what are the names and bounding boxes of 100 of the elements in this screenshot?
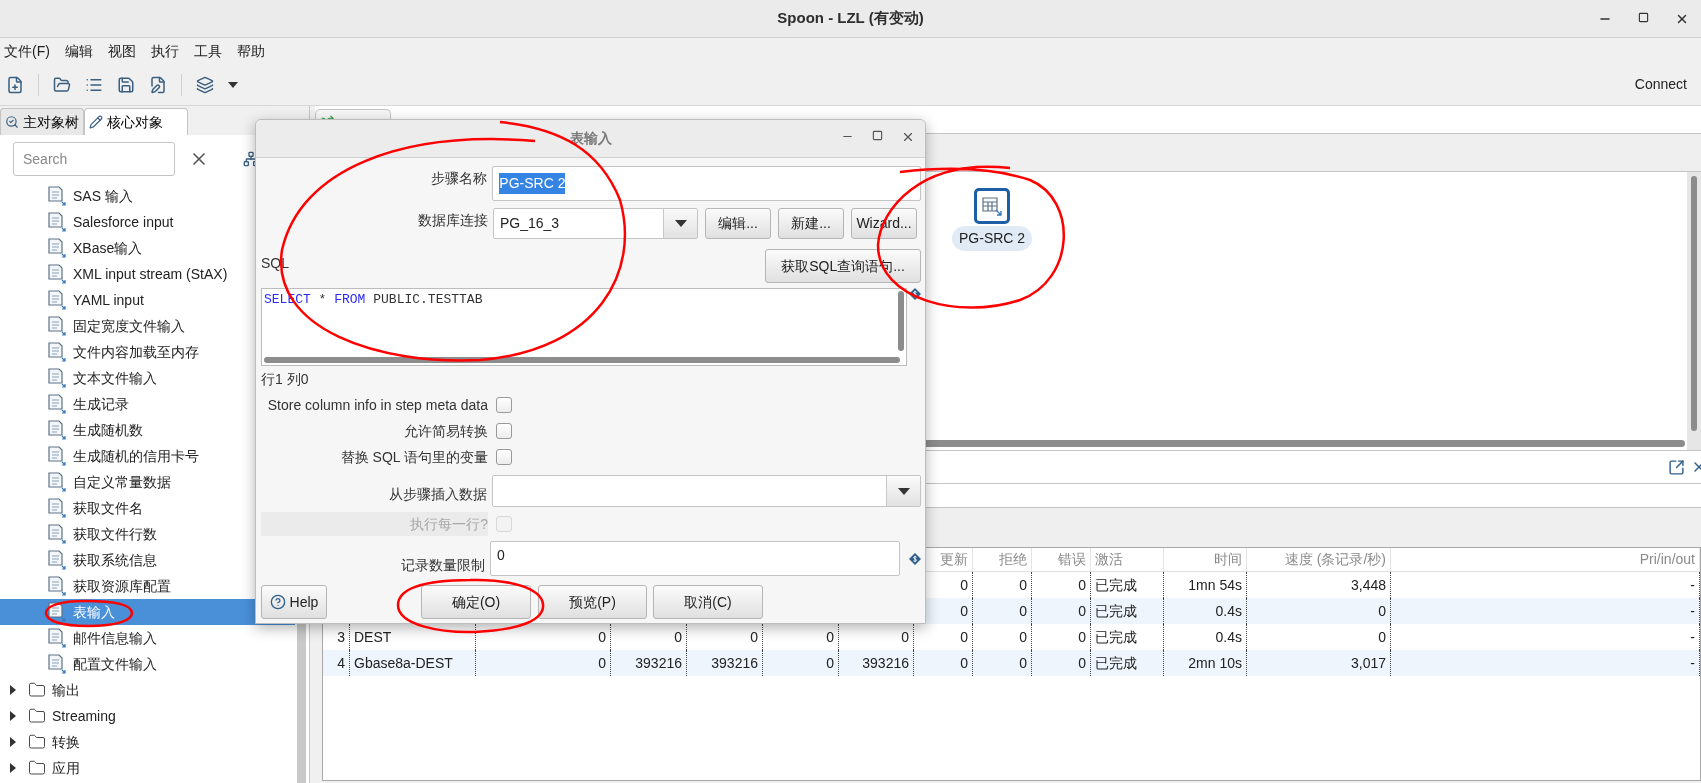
tree-item[interactable]: 配置文件输入 <box>0 651 295 677</box>
search-field[interactable]: Search <box>13 142 175 176</box>
new-file-icon[interactable] <box>6 75 24 94</box>
scrollbar <box>898 291 904 351</box>
table-cell-text: - <box>1690 601 1695 621</box>
table-cell-text: 0.4s <box>1215 627 1242 647</box>
save-icon[interactable] <box>117 75 135 94</box>
cancel-button[interactable]: 取消(C) <box>653 585 763 619</box>
table-cell-text: 0 <box>960 601 968 621</box>
dropdown-button[interactable] <box>663 209 697 238</box>
dropdown-button[interactable] <box>886 476 920 506</box>
checkbox[interactable] <box>496 449 512 465</box>
step-name-field[interactable]: PG-SRC 2 <box>492 166 921 201</box>
checkbox[interactable] <box>496 397 512 413</box>
expand-icon[interactable] <box>9 737 17 747</box>
checkbox[interactable] <box>496 423 512 439</box>
dialog-title: 表输入 <box>569 129 612 148</box>
table-cell-text: 2mn 10s <box>1188 653 1242 673</box>
table-cell-text: 0 <box>1078 601 1086 621</box>
field-label: 步骤名称 <box>430 169 488 188</box>
maximize-icon[interactable] <box>872 130 883 141</box>
table-input-step-icon[interactable] <box>974 188 1011 224</box>
caret-icon <box>897 487 910 495</box>
layers-icon[interactable] <box>196 75 214 94</box>
table-cell-text: 3,017 <box>1350 653 1386 673</box>
maximize-icon[interactable] <box>1638 12 1649 23</box>
field-label: 记录数量限制 <box>400 556 486 575</box>
pencil-icon <box>89 115 103 129</box>
panel-tab[interactable]: 核心对象 <box>84 108 188 135</box>
option-label: 执行每一行? <box>261 512 488 536</box>
column-header[interactable]: 拒绝 <box>999 549 1027 570</box>
preview-button[interactable]: 预览(P) <box>538 585 647 619</box>
file-icon <box>47 446 67 466</box>
column-header[interactable]: 错误 <box>1058 549 1086 570</box>
menu-item[interactable]: 视图 <box>107 40 136 62</box>
open-window-icon[interactable] <box>1668 458 1685 476</box>
table-cell-text: 0 <box>598 653 606 673</box>
column-header[interactable]: 速度 (条记录/秒) <box>1284 549 1386 570</box>
file-icon <box>47 394 67 414</box>
tree-folder[interactable]: 转换 <box>0 729 309 755</box>
row-number: 3 <box>337 627 345 647</box>
close-icon[interactable] <box>901 130 915 144</box>
file-icon <box>47 524 67 544</box>
table-cell-text: 0 <box>1078 653 1086 673</box>
menu-item[interactable]: 文件(F) <box>4 40 50 62</box>
tree-folder[interactable]: Streaming <box>0 703 309 729</box>
ok-button[interactable]: 确定(O) <box>421 585 531 619</box>
tree-item[interactable]: 获取系统信息 <box>0 547 295 573</box>
table-cell-text: 0 <box>1378 627 1386 647</box>
open-folder-icon[interactable] <box>53 75 71 94</box>
table-cell-text: 0 <box>1078 575 1086 595</box>
table-cell-text: 0 <box>960 653 968 673</box>
file-icon <box>47 420 67 440</box>
tree-item[interactable]: Salesforce input <box>0 209 295 235</box>
table-cell-text: 0 <box>901 627 909 647</box>
connect-button[interactable]: Connect <box>1634 74 1687 95</box>
help-button[interactable]: Help <box>261 585 327 619</box>
column-header[interactable]: 激活 <box>1095 549 1123 570</box>
column-header[interactable]: Pri/in/out <box>1639 549 1695 570</box>
table-cell-text: 0 <box>826 627 834 647</box>
table-cell-text: 已完成 <box>1095 627 1137 647</box>
tree-folder[interactable]: 输出 <box>0 677 309 703</box>
tree-item[interactable]: SAS 输入 <box>0 183 295 209</box>
tree-item[interactable]: 生成随机数 <box>0 417 295 443</box>
file-icon <box>47 264 67 284</box>
expand-icon[interactable] <box>9 711 17 721</box>
connection-select[interactable]: PG_16_3 <box>493 208 698 239</box>
column-header[interactable]: 时间 <box>1214 549 1242 570</box>
tree-item[interactable]: 邮件信息输入 <box>0 625 295 651</box>
menu-item[interactable]: 工具 <box>193 40 222 62</box>
panel-tab[interactable]: 主对象树 <box>0 108 84 135</box>
file-icon <box>47 602 67 622</box>
menu-item[interactable]: 执行 <box>150 40 179 62</box>
menu-item[interactable]: 编辑 <box>64 40 93 62</box>
tree-item[interactable]: 生成随机的信用卡号 <box>0 443 295 469</box>
row-number: 4 <box>337 653 345 673</box>
expand-icon[interactable] <box>9 685 17 695</box>
table-cell-text: 0 <box>1378 601 1386 621</box>
file-icon <box>47 550 67 570</box>
file-icon <box>47 654 67 674</box>
caret-icon[interactable] <box>228 81 238 88</box>
column-header[interactable]: 更新 <box>940 549 968 570</box>
limit-field[interactable]: 0 <box>490 541 900 576</box>
file-icon <box>47 238 67 258</box>
caret-icon <box>674 220 687 227</box>
file-icon <box>47 342 67 362</box>
tree-item[interactable]: 自定义常量数据 <box>0 469 295 495</box>
tree-folder[interactable]: 应用 <box>0 755 309 781</box>
table-cell-text: 0 <box>750 627 758 647</box>
table-cell-text: - <box>1690 575 1695 595</box>
table-cell-text: 0 <box>1019 653 1027 673</box>
option-label: Store column info in step meta data <box>266 395 488 415</box>
new-button[interactable]: 新建... <box>778 208 844 239</box>
close-icon[interactable] <box>1675 12 1689 26</box>
edit-button[interactable]: 编辑... <box>705 208 771 239</box>
menu-item[interactable]: 帮助 <box>236 40 265 62</box>
table-cell-text: - <box>1690 627 1695 647</box>
save-as-icon[interactable] <box>149 75 167 94</box>
expand-icon[interactable] <box>9 763 17 773</box>
step-label[interactable]: PG-SRC 2 <box>952 226 1033 251</box>
